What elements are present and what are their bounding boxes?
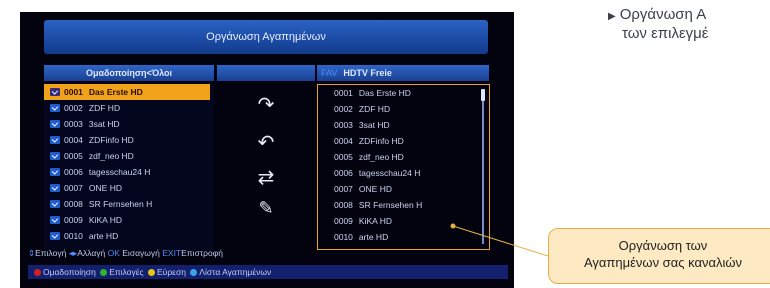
callout-line-1: Οργάνωση των bbox=[618, 238, 708, 253]
callout-line-2: Αγαπημένων σας καναλιών bbox=[583, 255, 743, 270]
callout-box: Οργάνωση των Αγαπημένων σας καναλιών bbox=[548, 228, 770, 284]
